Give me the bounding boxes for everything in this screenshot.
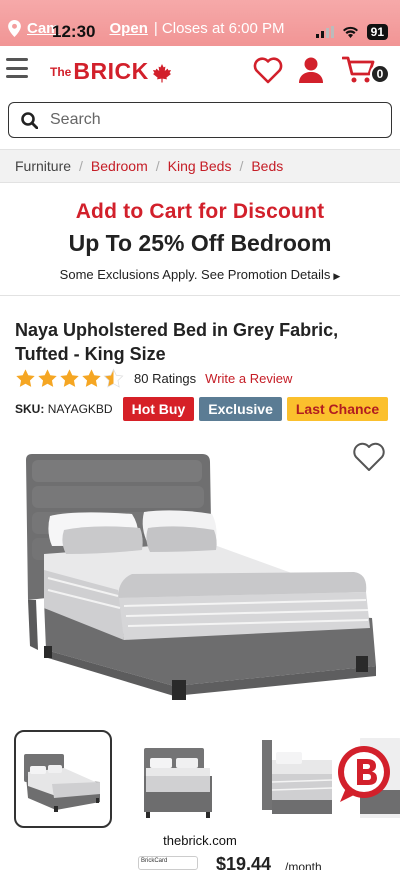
rating-row: 80 Ratings Write a Review (15, 368, 292, 389)
store-hours: | Closes at 6:00 PM (153, 20, 285, 37)
hot-buy-badge: Hot Buy (122, 397, 195, 421)
star-icon (38, 369, 57, 387)
breadcrumb-separator: / (239, 158, 244, 174)
add-to-wishlist-heart-icon[interactable] (352, 441, 386, 473)
ratings-count[interactable]: 80 Ratings (134, 371, 196, 386)
logo-the-text: The (50, 65, 72, 79)
financing-strip: BrickCard $19.44 /month (0, 852, 400, 870)
breadcrumb: Furniture / Bedroom / King Beds / Beds (0, 149, 400, 183)
search-icon (21, 111, 38, 129)
product-title: Naya Upholstered Bed in Grey Fabric, Tuf… (15, 320, 339, 364)
location-pin-icon (8, 20, 21, 37)
store-location[interactable]: Cam Open | Closes at 6:00 PM (8, 20, 284, 37)
clock: 12:30 (52, 22, 96, 41)
sku-value: NAYAGKBD (47, 402, 113, 416)
promo-details-text[interactable]: Some Exclusions Apply. See Promotion Det… (60, 267, 331, 282)
battery-indicator: 91 (366, 24, 388, 40)
monthly-label: /month (285, 860, 322, 870)
breadcrumb-bedroom[interactable]: Bedroom (91, 158, 148, 174)
caret-right-icon: ▶ (333, 271, 341, 281)
promo-details-link[interactable]: Some Exclusions Apply. See Promotion Det… (0, 267, 400, 282)
logo-brick-text: BRICK (73, 58, 149, 84)
maple-leaf-icon (152, 64, 171, 83)
thumbnail-1[interactable] (14, 730, 112, 828)
browser-url-bar[interactable]: thebrick.com (148, 827, 252, 853)
breadcrumb-king-beds[interactable]: King Beds (168, 158, 232, 174)
promo-offer: Up To 25% Off Bedroom (68, 230, 332, 256)
sku: SKU: NAYAGKBD (15, 402, 113, 416)
wishlist-heart-icon[interactable] (253, 56, 283, 84)
store-status-bar: Cam Open | Closes at 6:00 PM 12:30 91 (0, 0, 400, 46)
breadcrumb-separator: / (155, 158, 160, 174)
search-input[interactable]: Search (50, 111, 101, 129)
cart-count-badge[interactable]: 0 (370, 64, 390, 84)
monthly-price: $19.44 (216, 854, 272, 870)
chat-support-icon[interactable] (334, 744, 394, 804)
brick-logo[interactable]: The BRICK (50, 58, 172, 85)
star-icon (16, 369, 35, 387)
store-open-label[interactable]: Open (110, 20, 148, 37)
star-rating[interactable] (15, 368, 124, 389)
sku-label: SKU: (15, 402, 45, 416)
breadcrumb-separator: / (79, 158, 83, 174)
account-icon[interactable] (298, 56, 324, 84)
promo-banner: Add to Cart for Discount Up To 25% Off B… (0, 184, 400, 296)
menu-icon[interactable] (6, 58, 28, 78)
write-review-link[interactable]: Write a Review (205, 371, 292, 386)
promo-headline: Add to Cart for Discount (75, 200, 325, 223)
exclusive-badge: Exclusive (199, 397, 282, 421)
product-main-image[interactable] (14, 450, 386, 710)
half-star-icon (103, 368, 124, 388)
breadcrumb-furniture[interactable]: Furniture (15, 158, 71, 174)
breadcrumb-beds[interactable]: Beds (251, 158, 283, 174)
signal-icon (315, 26, 334, 38)
thumbnail-2[interactable] (136, 730, 234, 828)
site-header: The BRICK (0, 46, 400, 96)
sku-badge-row: SKU: NAYAGKBD Hot Buy Exclusive Last Cha… (15, 397, 393, 421)
wifi-icon (342, 26, 358, 38)
search-bar[interactable]: Search (8, 102, 392, 138)
system-indicators: 91 (315, 24, 388, 40)
brickcard-image: BrickCard (138, 856, 198, 870)
star-icon (60, 369, 79, 387)
star-icon (82, 369, 101, 387)
last-chance-badge: Last Chance (286, 397, 389, 421)
